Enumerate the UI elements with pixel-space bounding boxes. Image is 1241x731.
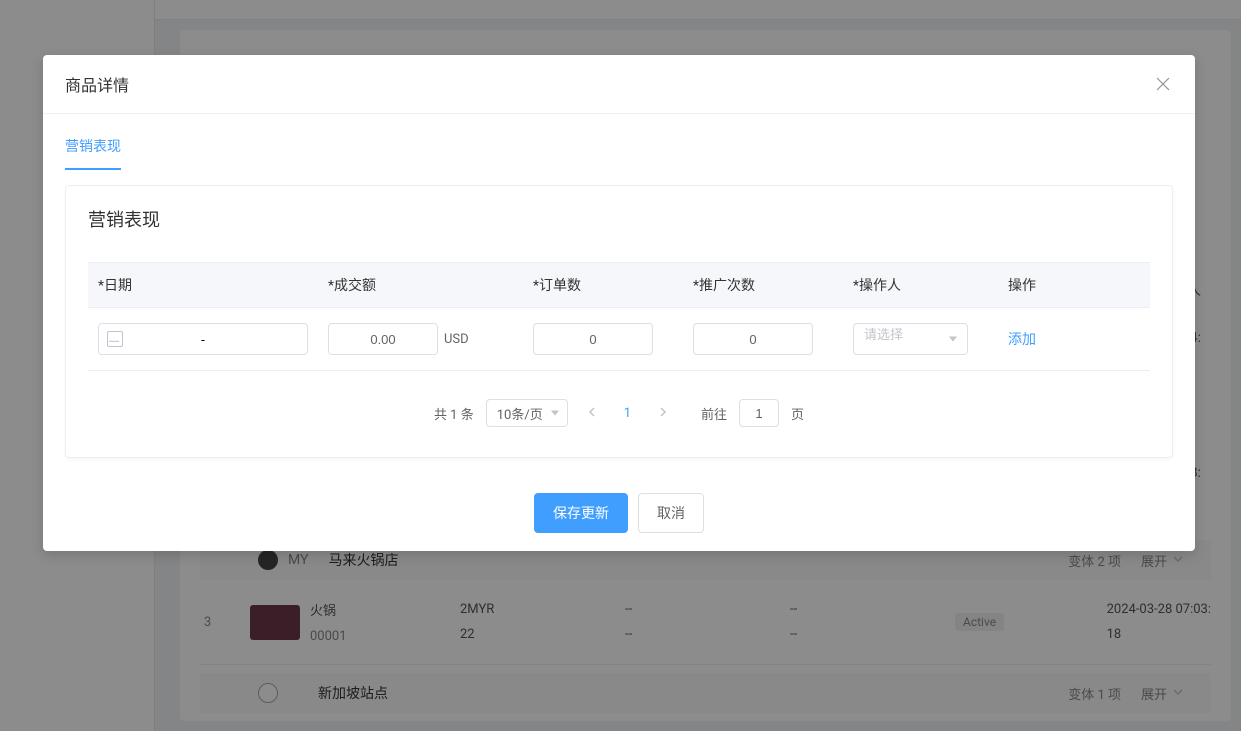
- chevron-left-icon: [588, 407, 596, 417]
- operator-select[interactable]: 请选择: [853, 323, 968, 355]
- product-detail-modal: 商品详情 营销表现 营销表现 *日期 *成交额 *订单数 *推广次数 *操作人 …: [43, 55, 1195, 551]
- tab-sales-performance[interactable]: 营销表现: [65, 124, 121, 170]
- cancel-button[interactable]: 取消: [638, 493, 704, 533]
- save-button[interactable]: 保存更新: [534, 493, 628, 533]
- header-action: 操作: [998, 263, 1118, 307]
- sales-table: *日期 *成交额 *订单数 *推广次数 *操作人 操作: [88, 262, 1150, 371]
- orders-input[interactable]: [533, 323, 653, 355]
- sales-table-row: USD 请选择 添加: [88, 308, 1150, 371]
- amount-input[interactable]: [328, 323, 438, 355]
- modal-footer: 保存更新 取消: [43, 478, 1195, 551]
- header-date: *日期: [88, 263, 318, 307]
- page-size-select[interactable]: 10条/页: [486, 399, 568, 427]
- header-orders: *订单数: [523, 263, 683, 307]
- sales-panel: 营销表现 *日期 *成交额 *订单数 *推广次数 *操作人 操作: [65, 185, 1173, 458]
- prev-page-button[interactable]: [580, 402, 604, 425]
- goto-prefix: 前往: [701, 404, 727, 423]
- pagination: 共 1 条 10条/页 1 前往 页: [88, 399, 1150, 427]
- date-range-value[interactable]: [109, 332, 297, 347]
- sales-table-header: *日期 *成交额 *订单数 *推广次数 *操作人 操作: [88, 262, 1150, 308]
- close-button[interactable]: [1153, 74, 1173, 94]
- panel-title: 营销表现: [88, 206, 1150, 232]
- modal-header: 商品详情: [43, 55, 1195, 114]
- page-size-label: 10条/页: [497, 404, 543, 423]
- chevron-right-icon: [659, 407, 667, 417]
- header-promo: *推广次数: [683, 263, 843, 307]
- operator-placeholder: 请选择: [864, 328, 903, 343]
- header-operator: *操作人: [843, 263, 998, 307]
- date-range-input[interactable]: [98, 323, 308, 355]
- promo-input[interactable]: [693, 323, 813, 355]
- tabs: 营销表现: [65, 124, 1173, 170]
- pagination-total: 共 1 条: [434, 404, 474, 423]
- page-number-1[interactable]: 1: [616, 404, 639, 423]
- goto-suffix: 页: [791, 404, 804, 423]
- close-icon: [1156, 77, 1170, 91]
- amount-unit: USD: [444, 332, 469, 347]
- goto-page-input[interactable]: [739, 399, 779, 427]
- modal-body: 营销表现 营销表现 *日期 *成交额 *订单数 *推广次数 *操作人 操作: [43, 124, 1195, 478]
- modal-title: 商品详情: [65, 72, 129, 96]
- next-page-button[interactable]: [651, 402, 675, 425]
- add-link[interactable]: 添加: [1008, 329, 1036, 349]
- header-amount: *成交额: [318, 263, 523, 307]
